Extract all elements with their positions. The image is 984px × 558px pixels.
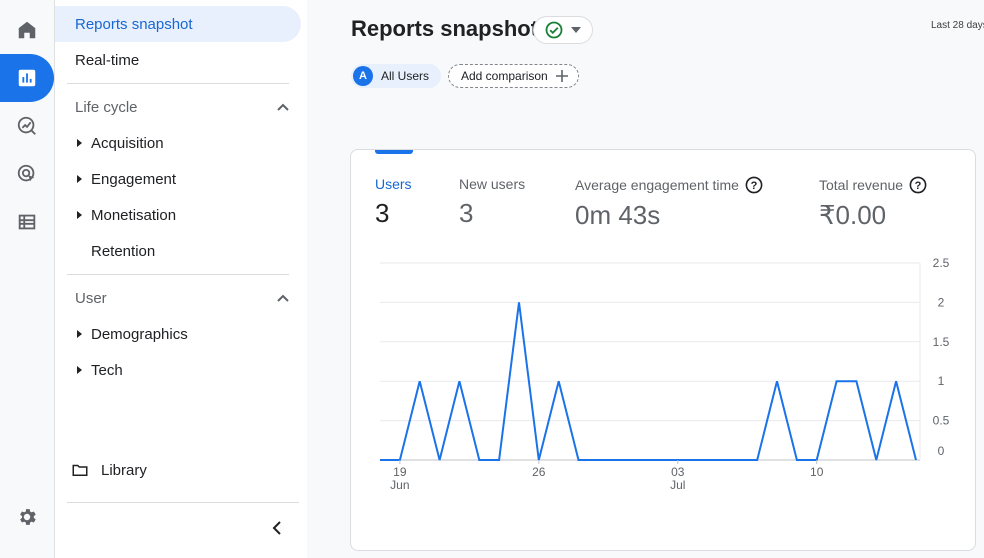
x-tick-label: 03 (671, 465, 685, 479)
divider (67, 502, 299, 503)
nav-tech[interactable]: Tech (67, 352, 123, 388)
metric-avg-engagement-label: Average engagement time ? (575, 176, 763, 194)
y-tick-label: 2.5 (933, 256, 950, 270)
metric-users[interactable]: Users 3 (375, 176, 412, 229)
segment-chip-all-users[interactable]: A All Users (351, 64, 442, 88)
nav-library-label: Library (101, 461, 147, 479)
rail-configure-button[interactable] (0, 198, 54, 246)
nav-library[interactable]: Library (71, 452, 147, 488)
date-range-label[interactable]: Last 28 days (931, 20, 984, 31)
metric-users-label: Users (375, 176, 412, 192)
nav-reports-snapshot[interactable]: Reports snapshot (55, 6, 301, 42)
status-dropdown[interactable] (533, 16, 593, 44)
nav-monetisation[interactable]: Monetisation (67, 197, 176, 233)
configure-icon (18, 214, 36, 230)
reports-sidebar: Reports snapshot Real-time Life cycle Ac… (55, 0, 307, 558)
nav-realtime-label: Real-time (75, 51, 140, 69)
nav-engagement-label: Engagement (91, 170, 177, 188)
metric-avg-engagement[interactable]: Average engagement time ? 0m 43s (575, 176, 763, 231)
section-lifecycle-title: Life cycle (75, 98, 138, 116)
left-rail (0, 0, 55, 558)
analytics-app: Reports snapshot Real-time Life cycle Ac… (0, 0, 984, 558)
y-tick-label: 2 (938, 295, 945, 309)
x-tick-label: 10 (810, 465, 824, 479)
section-user-title: User (75, 289, 107, 307)
x-tick-label: 26 (532, 465, 546, 479)
caret-right-icon (67, 175, 91, 183)
nav-retention[interactable]: Retention (67, 233, 155, 269)
gear-icon (20, 509, 36, 525)
nav-realtime[interactable]: Real-time (55, 42, 301, 78)
nav-monetisation-label: Monetisation (91, 206, 177, 224)
rail-explore-button[interactable] (0, 102, 54, 150)
divider (67, 83, 289, 84)
caret-right-icon (67, 366, 91, 374)
nav-acquisition-label: Acquisition (91, 134, 164, 152)
caret-right-icon (67, 139, 91, 147)
y-tick-label: 1 (938, 374, 945, 388)
selected-tab-indicator (375, 150, 413, 154)
help-icon[interactable]: ? (909, 176, 927, 194)
metric-new-users[interactable]: New users 3 (459, 176, 525, 229)
rail-home-button[interactable] (0, 6, 54, 54)
segment-label: All Users (381, 69, 430, 83)
chevron-up-icon (277, 103, 289, 111)
y-tick-label: 1.5 (933, 335, 950, 349)
y-tick-label: 0.5 (933, 414, 950, 428)
caret-right-icon (67, 330, 91, 338)
segment-avatar: A (353, 66, 373, 86)
chevron-left-icon (272, 521, 281, 535)
metric-avg-engagement-value: 0m 43s (575, 200, 661, 230)
add-comparison-button[interactable]: Add comparison (448, 64, 579, 88)
svg-text:?: ? (915, 180, 922, 192)
advertising-icon (17, 164, 35, 182)
x-tick-month-label: Jun (390, 478, 409, 492)
nav-tech-label: Tech (91, 361, 123, 379)
nav-retention-label: Retention (91, 242, 156, 260)
check-circle-icon (545, 21, 563, 39)
y-tick-label: 0 (938, 444, 945, 458)
dropdown-arrow-icon (571, 27, 581, 33)
section-user-header[interactable]: User (75, 280, 289, 316)
main-content: Reports snapshot Last 28 days A All User… (307, 0, 984, 558)
svg-text:?: ? (751, 180, 758, 192)
metrics-card: Users 3 New users 3 Average engagement t… (350, 149, 976, 551)
help-icon[interactable]: ? (745, 176, 763, 194)
metric-new-users-label: New users (459, 176, 526, 192)
chevron-up-icon (277, 294, 289, 302)
metric-new-users-value: 3 (459, 198, 474, 228)
home-icon (18, 21, 36, 39)
metric-total-revenue-label: Total revenue ? (819, 176, 927, 194)
rail-advertising-button[interactable] (0, 150, 54, 198)
folder-icon (72, 464, 88, 476)
users-line-chart: 0 0.5 1 1.5 2 2.5 19Jun 26 03Jul 10 (380, 256, 950, 492)
nav-demographics[interactable]: Demographics (67, 316, 188, 352)
metric-users-value: 3 (375, 198, 390, 228)
section-lifecycle-header[interactable]: Life cycle (75, 89, 289, 125)
x-tick-month-label: Jul (670, 478, 685, 492)
x-tick-label: 19 (393, 465, 407, 479)
caret-right-icon (67, 211, 91, 219)
nav-acquisition[interactable]: Acquisition (67, 125, 164, 161)
page-title: Reports snapshot (351, 16, 539, 41)
metric-total-revenue-value: ₹0.00 (819, 200, 887, 230)
collapse-sidebar-button[interactable] (263, 514, 291, 542)
rail-reports-button[interactable] (0, 54, 54, 102)
rail-settings-button[interactable] (0, 493, 54, 541)
metric-total-revenue[interactable]: Total revenue ? ₹0.00 (819, 176, 927, 231)
nav-reports-snapshot-label: Reports snapshot (75, 15, 193, 33)
reports-icon (18, 69, 36, 87)
add-comparison-label: Add comparison (461, 69, 548, 83)
plus-icon (555, 70, 568, 82)
explore-icon (17, 116, 36, 135)
nav-engagement[interactable]: Engagement (67, 161, 176, 197)
divider (67, 274, 289, 275)
nav-demographics-label: Demographics (91, 325, 188, 343)
